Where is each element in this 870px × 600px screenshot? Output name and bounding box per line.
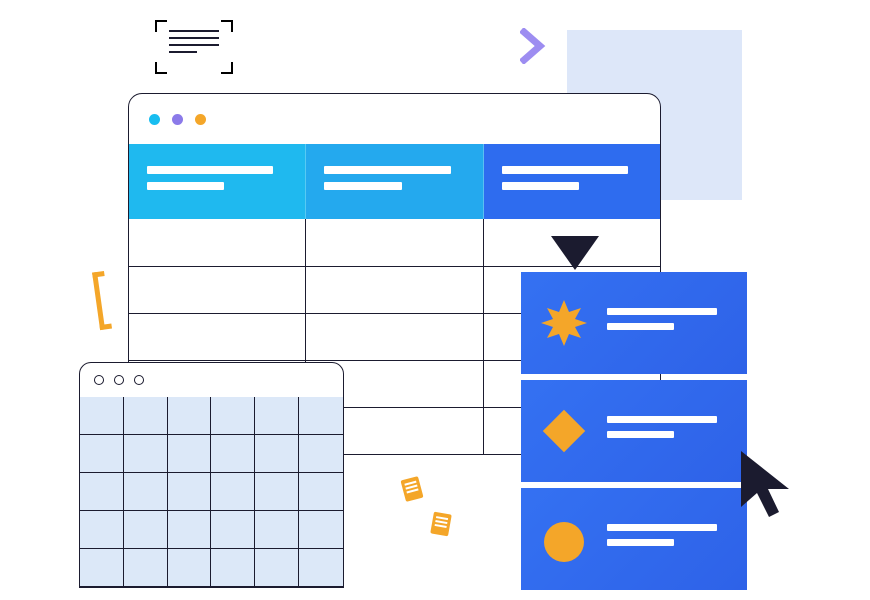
dropdown-panel [521, 272, 747, 596]
scan-document-icon [155, 20, 233, 74]
note-icon [430, 512, 452, 537]
traffic-light-minimize[interactable] [172, 114, 183, 125]
spreadsheet-grid[interactable] [80, 397, 343, 587]
note-icon [400, 476, 423, 502]
circle-icon [539, 514, 589, 564]
dropdown-option-2[interactable] [521, 380, 747, 482]
spreadsheet-window [79, 362, 344, 588]
traffic-light-minimize[interactable] [114, 375, 124, 385]
diamond-icon [539, 406, 589, 456]
traffic-light-zoom[interactable] [195, 114, 206, 125]
dropdown-option-3[interactable] [521, 488, 747, 590]
option-label [607, 308, 729, 338]
chevron-right-icon [520, 28, 550, 69]
traffic-light-close[interactable] [149, 114, 160, 125]
traffic-light-zoom[interactable] [134, 375, 144, 385]
cursor-pointer-icon [735, 445, 805, 530]
option-label [607, 524, 729, 554]
traffic-light-close[interactable] [94, 375, 104, 385]
dropdown-option-1[interactable] [521, 272, 747, 374]
starburst-icon [539, 298, 589, 348]
option-label [607, 416, 729, 446]
column-header-3[interactable] [484, 144, 660, 219]
window-titlebar [129, 94, 660, 144]
column-header-1[interactable] [129, 144, 306, 219]
window-titlebar [80, 363, 343, 397]
bracket-left-icon [92, 270, 120, 330]
column-header-2[interactable] [306, 144, 483, 219]
table-header-row [129, 144, 660, 219]
